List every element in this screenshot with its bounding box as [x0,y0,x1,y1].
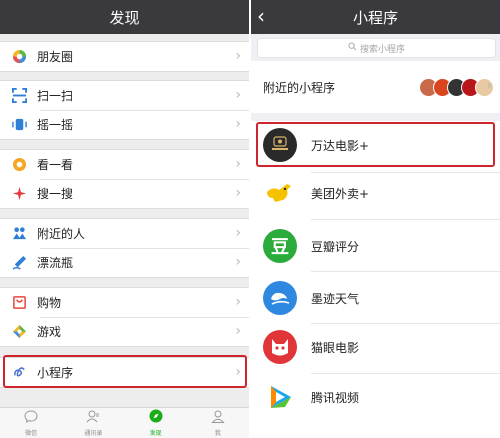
search-placeholder: 搜索小程序 [359,44,405,55]
nearby-label: 附近的小程序 [263,80,336,95]
mini-programs-header: ‹ 小程序 [251,0,500,34]
app-moji-weather[interactable]: 墨迹天气 [251,271,500,325]
item-shake[interactable]: 摇一摇 › [0,110,249,139]
item-scan[interactable]: 扫一扫 › [0,81,249,110]
mini-program-highlight [3,355,247,388]
discover-panel: 发现 朋友圈 › 扫一扫 › 摇一摇 › 看一看 › 搜一搜 › 附近的人 › … [0,0,249,438]
douban-icon: 豆 [263,229,297,263]
app-label: 猫眼电影 [311,340,360,355]
item-drift-bottle[interactable]: 漂流瓶 › [0,248,249,277]
app-label: 墨迹天气 [311,291,360,306]
tab-label: 我 [214,430,221,437]
item-people-nearby[interactable]: 附近的人 › [0,219,249,248]
top-stories-icon [11,157,27,173]
group-moments: 朋友圈 › [0,41,249,72]
app-douban[interactable]: 豆 豆瓣评分 [251,219,500,273]
games-icon [11,324,27,340]
maoyan-icon [263,330,297,364]
chevron-right-icon: › [235,87,241,103]
chevron-right-icon: › [235,294,241,310]
moji-weather-icon [263,281,297,315]
item-games[interactable]: 游戏 › [0,317,249,346]
tab-label: 微信 [25,430,38,437]
tencent-video-icon [263,380,297,414]
discover-icon [149,408,163,427]
item-shopping[interactable]: 购物 › [0,288,249,317]
item-label: 游戏 [37,325,62,339]
app-meituan[interactable]: 美团外卖+ [251,166,500,220]
mini-programs-panel: ‹ 小程序 搜索小程序 附近的小程序 › 万达电影+ 美团外卖+ 豆 豆瓣评分 … [251,0,500,438]
tab-chats[interactable]: 微信 [0,408,62,438]
people-nearby-icon [11,226,27,242]
chevron-right-icon: › [235,48,241,64]
app-label: 腾讯视频 [311,390,360,405]
chevron-right-icon: › [235,156,241,172]
tab-label: 发现 [149,430,162,437]
discover-title: 发现 [109,8,140,27]
contacts-icon [86,408,100,427]
search-input[interactable]: 搜索小程序 [257,38,496,58]
item-label: 朋友圈 [37,50,74,64]
group-shop-games: 购物 › 游戏 › [0,287,249,347]
chevron-right-icon: › [235,185,241,201]
shopping-icon [11,295,27,311]
nearby-mini-programs[interactable]: 附近的小程序 › [251,61,500,114]
chevron-right-icon: › [486,78,492,94]
discover-header: 发现 [0,0,249,34]
item-label: 扫一扫 [37,89,74,103]
tab-me[interactable]: 我 [187,408,249,438]
item-search[interactable]: 搜一搜 › [0,179,249,208]
item-label: 摇一摇 [37,118,74,132]
app-maoyan[interactable]: 猫眼电影 [251,320,500,374]
chat-icon [24,408,38,427]
me-icon [211,408,225,427]
search-icon [11,186,27,202]
drift-bottle-icon [11,255,27,271]
tab-discover[interactable]: 发现 [125,408,187,438]
search-icon [348,42,357,54]
item-moments[interactable]: 朋友圈 › [0,42,249,71]
app-label: 美团外卖+ [311,186,370,201]
wanda-highlight [256,122,495,167]
group-look-search: 看一看 › 搜一搜 › [0,149,249,209]
item-label: 附近的人 [37,227,86,241]
meituan-icon [263,176,297,210]
nearby-avatars [419,78,494,97]
moments-icon [11,49,27,65]
tab-contacts[interactable]: 通讯录 [62,408,124,438]
group-nearby-bottle: 附近的人 › 漂流瓶 › [0,218,249,278]
chevron-right-icon: › [235,225,241,241]
item-label: 搜一搜 [37,187,74,201]
bottom-tab-bar: 微信 通讯录 发现 我 [0,407,249,438]
item-label: 看一看 [37,158,74,172]
tab-label: 通讯录 [84,430,103,437]
app-label: 豆瓣评分 [311,239,360,254]
back-arrow-icon[interactable]: ‹ [257,4,265,28]
scan-icon [11,88,27,104]
item-top-stories[interactable]: 看一看 › [0,150,249,179]
shake-icon [11,117,27,133]
item-label: 漂流瓶 [37,256,74,270]
item-label: 购物 [37,296,62,310]
chevron-right-icon: › [235,254,241,270]
chevron-right-icon: › [235,116,241,132]
mini-programs-title: 小程序 [352,8,398,27]
chevron-right-icon: › [235,323,241,339]
app-tencent-video[interactable]: 腾讯视频 [251,370,500,424]
group-scan-shake: 扫一扫 › 摇一摇 › [0,80,249,140]
